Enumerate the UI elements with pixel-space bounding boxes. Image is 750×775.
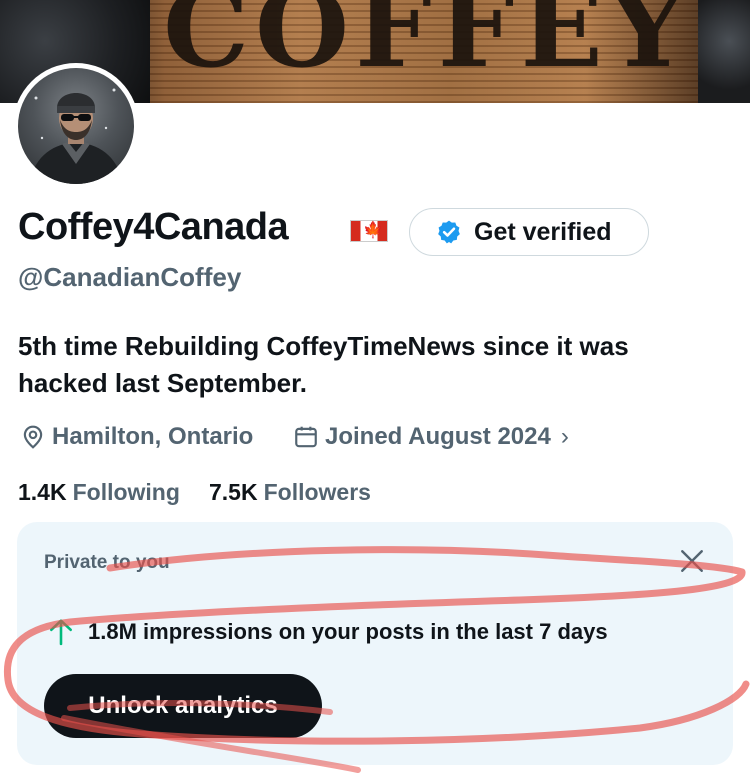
profile-joined[interactable]: Joined August 2024 › [293,421,569,453]
display-name: Coffey4Canada [18,206,289,248]
maple-leaf-glyph: 🍁 [363,222,383,239]
following-count: 1.4K [18,479,67,505]
private-label: Private to you [44,552,170,573]
joined-text: Joined August 2024 [325,423,551,450]
avatar-photo [18,68,134,184]
following-label: Following [72,479,180,505]
banner-sign-text: COFFEY [163,0,692,92]
profile-bio: 5th time Rebuilding CoffeyTimeNews since… [18,331,629,398]
location-pin-icon [23,425,43,449]
get-verified-button[interactable]: Get verified [409,208,649,256]
followers-count: 7.5K [209,479,258,505]
verified-badge-icon [438,220,460,244]
banner-right-shadow [698,0,750,103]
analytics-card: Private to you 1.8M impressions on your … [17,522,733,765]
arrow-up-icon [50,619,72,646]
user-handle: @CanadianCoffey [18,262,242,292]
canada-flag-icon: 🍁 [350,220,388,242]
impressions-stat: 1.8M impressions on your posts in the la… [48,618,608,646]
profile-location: Hamilton, Ontario [20,421,253,453]
get-verified-label: Get verified [474,217,612,246]
chevron-right-icon: › [560,423,569,450]
followers-stat[interactable]: 7.5K Followers [209,479,371,506]
avatar[interactable] [13,63,139,189]
impressions-text: 1.8M impressions on your posts in the la… [88,619,608,644]
following-stat[interactable]: 1.4K Following [18,479,180,506]
calendar-icon [295,426,317,448]
followers-label: Followers [263,479,371,505]
location-text: Hamilton, Ontario [52,423,254,450]
close-icon[interactable] [679,548,705,574]
unlock-analytics-button[interactable]: Unlock analytics [44,674,322,738]
